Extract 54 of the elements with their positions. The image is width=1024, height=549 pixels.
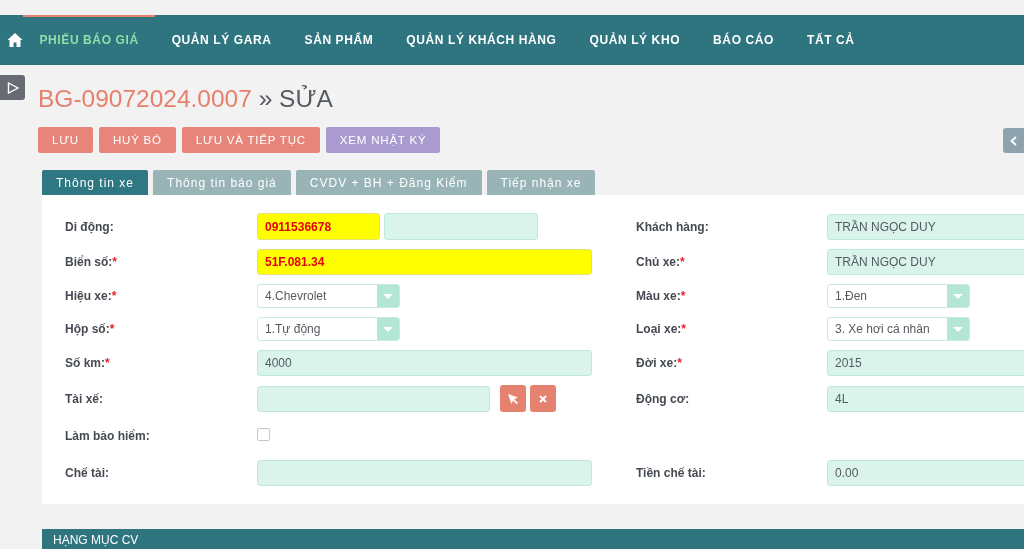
caret-icon (947, 318, 969, 340)
field-label: Tài xế: (65, 391, 104, 406)
home-icon[interactable] (7, 32, 23, 48)
nav-item[interactable]: SẢN PHẨM (288, 15, 390, 65)
checkbox[interactable] (257, 427, 270, 441)
caret-icon (377, 285, 399, 307)
cursor-icon (507, 392, 519, 405)
text-field[interactable]: 2015 (827, 350, 1024, 376)
field-label: Tiền chế tài: (636, 466, 707, 480)
field-label: Động cơ: (636, 391, 691, 406)
nav-item[interactable]: QUẢN LÝ KHO (573, 15, 697, 65)
field-label: Đời xe:* (636, 356, 683, 370)
triangle-icon (6, 81, 19, 94)
page-title: BG-09072024.0007 » SỬA (38, 85, 333, 113)
select-field[interactable]: 3. Xe hơi cá nhân (827, 317, 970, 341)
field-label: Chế tài: (65, 466, 110, 480)
sidebar-toggle-button[interactable] (0, 75, 25, 100)
text-field[interactable]: 4L (827, 385, 1024, 412)
field-label: Khách hàng: (636, 219, 710, 234)
text-field[interactable] (257, 460, 592, 486)
select-field[interactable]: 1.Đen (827, 284, 970, 308)
nav-item[interactable]: QUẢN LÝ GARA (155, 15, 289, 65)
text-field[interactable]: TRẦN NGỌC DUY (827, 249, 1024, 275)
field-label: Màu xe:* (636, 289, 687, 303)
field-label: Biển số:* (65, 255, 118, 269)
select-field[interactable]: 1.Tự động (257, 317, 400, 341)
nav-item[interactable]: QUẢN LÝ KHÁCH HÀNG (389, 15, 573, 65)
tab[interactable]: Thông tin xe (42, 170, 149, 195)
caret-icon (377, 318, 399, 340)
text-field[interactable]: 4000 (257, 350, 592, 376)
collapse-button[interactable] (1003, 128, 1024, 153)
chevron-left-icon (1010, 135, 1017, 146)
select-field[interactable]: 4.Chevrolet (257, 284, 400, 308)
field-label: Hộp số:* (65, 322, 116, 336)
field-label: Làm bảo hiểm: (65, 429, 151, 443)
field-label: Di động: (65, 219, 115, 234)
field-label: Hiệu xe:* (65, 289, 118, 303)
text-field[interactable]: TRẦN NGỌC DUY (827, 213, 1024, 240)
nav-item[interactable]: PHIẾU BÁO GIÁ (23, 15, 156, 65)
text-field[interactable]: 51F.081.34 (257, 249, 592, 275)
section-header: HẠNG MỤC CV (42, 529, 1024, 549)
text-field[interactable] (257, 385, 490, 412)
nav-item[interactable]: BÁO CÁO (696, 15, 791, 65)
text-field[interactable]: 0911536678 (257, 213, 380, 240)
field-label: Chủ xe:* (636, 255, 686, 269)
field-label: Số km:* (65, 356, 111, 370)
close-icon (539, 394, 547, 403)
field-label: Loại xe:* (636, 322, 688, 336)
nav-item[interactable]: TẤT CẢ (790, 15, 872, 65)
caret-icon (947, 285, 969, 307)
text-field[interactable]: 0.00 (827, 460, 1024, 486)
pick-button[interactable] (500, 385, 526, 412)
clear-button[interactable] (530, 385, 556, 412)
text-field[interactable] (384, 213, 538, 240)
